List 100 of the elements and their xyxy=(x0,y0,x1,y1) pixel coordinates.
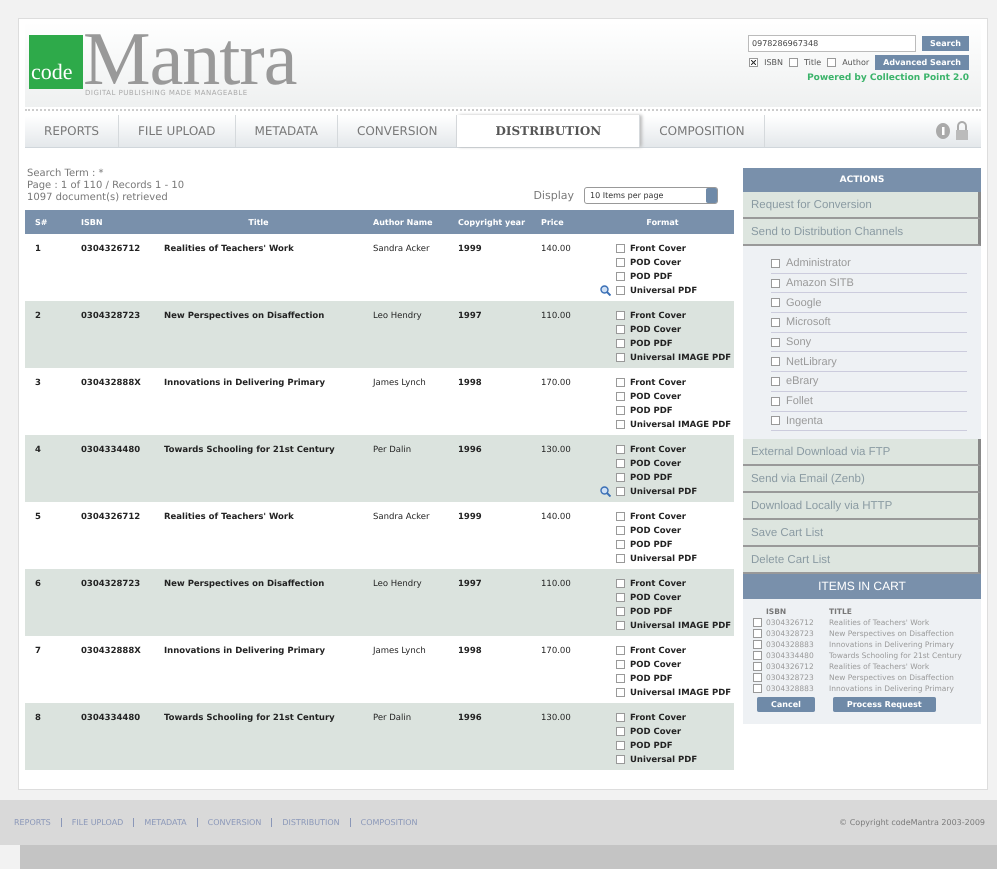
checkbox[interactable] xyxy=(616,674,625,683)
checkbox[interactable] xyxy=(616,420,625,429)
checkbox[interactable] xyxy=(616,244,625,253)
checkbox[interactable] xyxy=(616,593,625,602)
checkbox[interactable] xyxy=(616,459,625,468)
checkbox[interactable] xyxy=(616,607,625,616)
preview-icon[interactable] xyxy=(600,285,610,296)
checkbox[interactable] xyxy=(753,640,762,650)
checkbox[interactable] xyxy=(616,688,625,697)
column-header[interactable]: Title xyxy=(154,218,363,226)
checkbox[interactable] xyxy=(753,684,762,694)
table-row[interactable]: 1 0304326712 Realities of Teachers' Work Sandra Acker 1999 140.00 Front Cover POD Cover POD PDF Universal PDF xyxy=(25,234,734,301)
footer-link[interactable]: DISTRIBUTION xyxy=(271,818,350,827)
column-header[interactable]: ISBN xyxy=(71,218,154,226)
checkbox[interactable] xyxy=(616,311,625,320)
table-cell-text: 110.00 xyxy=(540,578,572,591)
cart-button[interactable]: Process Request xyxy=(832,697,936,712)
table-row[interactable]: 4 0304334480 Towards Schooling for 21st Century Per Dalin 1996 130.00 Front Cover POD Cover POD PDF Universal PDF xyxy=(25,435,734,502)
checkbox[interactable] xyxy=(616,512,625,521)
action-item[interactable]: Delete Cart List xyxy=(743,547,981,574)
checkbox[interactable] xyxy=(771,396,780,406)
cart-button[interactable]: Cancel xyxy=(757,697,815,712)
nav-tab[interactable]: FILE UPLOAD xyxy=(119,115,236,147)
checkbox[interactable] xyxy=(616,258,625,267)
search-button[interactable]: Search xyxy=(922,36,969,51)
checkbox[interactable] xyxy=(827,58,836,67)
checkbox[interactable] xyxy=(771,376,780,386)
action-item[interactable]: Save Cart List xyxy=(743,520,981,548)
checkbox[interactable] xyxy=(771,416,780,426)
lock-icon[interactable] xyxy=(955,121,969,141)
checkbox[interactable] xyxy=(616,286,625,295)
checkbox[interactable] xyxy=(771,298,780,308)
action-item[interactable]: Send to Distribution Channels xyxy=(743,219,981,246)
column-header[interactable]: Copyright year xyxy=(448,218,531,226)
checkbox[interactable] xyxy=(789,58,798,67)
checkbox[interactable] xyxy=(616,579,625,588)
preview-icon[interactable] xyxy=(600,486,610,497)
items-per-page-select[interactable]: 10 Items per page xyxy=(584,187,718,204)
table-cell-text: Realities of Teachers' Work xyxy=(163,243,295,256)
table-cell-text: 140.00 xyxy=(540,511,572,524)
checkbox[interactable] xyxy=(616,272,625,281)
checkbox[interactable] xyxy=(616,713,625,722)
info-icon[interactable] xyxy=(935,122,951,140)
column-header[interactable]: Format xyxy=(591,218,734,226)
checkbox[interactable] xyxy=(616,339,625,348)
checkbox[interactable] xyxy=(616,473,625,482)
checkbox[interactable] xyxy=(753,651,762,660)
checkbox[interactable] xyxy=(616,646,625,655)
checkbox[interactable] xyxy=(616,621,625,630)
checkbox[interactable] xyxy=(616,727,625,736)
table-row[interactable]: 3 030432888X Innovations in Delivering Primary James Lynch 1998 170.00 Front Cover POD Cover POD PDF Universal IMAGE PDF xyxy=(25,368,734,435)
checkbox[interactable] xyxy=(616,540,625,549)
channel-label: Follet xyxy=(786,395,813,408)
table-row[interactable]: 7 030432888X Innovations in Delivering Primary James Lynch 1998 170.00 Front Cover POD Cover POD PDF Universal IMAGE PDF xyxy=(25,636,734,703)
action-item[interactable]: Request for Conversion xyxy=(743,192,981,219)
checkbox[interactable] xyxy=(616,406,625,415)
checkbox[interactable] xyxy=(616,660,625,669)
footer-link[interactable]: COMPOSITION xyxy=(350,818,428,827)
checkbox[interactable] xyxy=(616,353,625,362)
channel-label: eBrary xyxy=(786,375,818,388)
footer-link[interactable]: METADATA xyxy=(133,818,197,827)
checkbox[interactable] xyxy=(616,378,625,387)
nav-tab[interactable]: DISTRIBUTION xyxy=(457,115,640,147)
nav-tab[interactable]: REPORTS xyxy=(25,115,120,147)
checkbox[interactable] xyxy=(616,741,625,750)
table-cell-text: 1996 xyxy=(457,712,483,725)
advanced-search-button[interactable]: Advanced Search xyxy=(875,55,969,70)
action-item[interactable]: Send via Email (Zenb) xyxy=(743,466,981,494)
checkbox[interactable] xyxy=(771,278,780,288)
checkbox[interactable] xyxy=(616,487,625,496)
footer-link[interactable]: REPORTS xyxy=(14,818,61,827)
checkbox[interactable] xyxy=(616,554,625,563)
action-item[interactable]: External Download via FTP xyxy=(743,439,981,466)
table-row[interactable]: 5 0304326712 Realities of Teachers' Work Sandra Acker 1999 140.00 Front Cover POD Cover POD PDF Universal PDF xyxy=(25,502,734,569)
checkbox[interactable] xyxy=(616,392,625,401)
nav-tab[interactable]: METADATA xyxy=(236,115,338,147)
checkbox[interactable] xyxy=(771,318,780,327)
checkbox[interactable] xyxy=(753,662,762,672)
table-row[interactable]: 8 0304334480 Towards Schooling for 21st Century Per Dalin 1996 130.00 Front Cover POD Cover POD PDF Universal PDF xyxy=(25,703,734,770)
checkbox[interactable] xyxy=(753,629,762,638)
checkbox[interactable] xyxy=(771,338,780,347)
search-field[interactable]: 0978286967348 xyxy=(748,35,916,52)
checkbox[interactable] xyxy=(749,58,758,67)
checkbox[interactable] xyxy=(753,673,762,682)
checkbox[interactable] xyxy=(616,755,625,764)
table-row[interactable]: 2 0304328723 New Perspectives on Disaffection Leo Hendry 1997 110.00 Front Cover POD Cover POD PDF Universal IMAGE PDF xyxy=(25,301,734,368)
checkbox[interactable] xyxy=(616,445,625,454)
footer-link[interactable]: CONVERSION xyxy=(196,818,272,827)
column-header[interactable]: S# xyxy=(25,218,71,226)
table-row[interactable]: 6 0304328723 New Perspectives on Disaffection Leo Hendry 1997 110.00 Front Cover POD Cover POD PDF Universal IMAGE PDF xyxy=(25,569,734,636)
checkbox[interactable] xyxy=(616,325,625,334)
column-header[interactable]: Price xyxy=(531,218,591,226)
checkbox[interactable] xyxy=(771,357,780,366)
action-item[interactable]: Download Locally via HTTP xyxy=(743,493,981,520)
checkbox[interactable] xyxy=(753,618,762,628)
checkbox[interactable] xyxy=(616,526,625,535)
nav-tab[interactable]: COMPOSITION xyxy=(640,115,765,147)
footer-link[interactable]: FILE UPLOAD xyxy=(60,818,134,827)
column-header[interactable]: Author Name xyxy=(363,218,448,226)
checkbox[interactable] xyxy=(771,258,780,268)
